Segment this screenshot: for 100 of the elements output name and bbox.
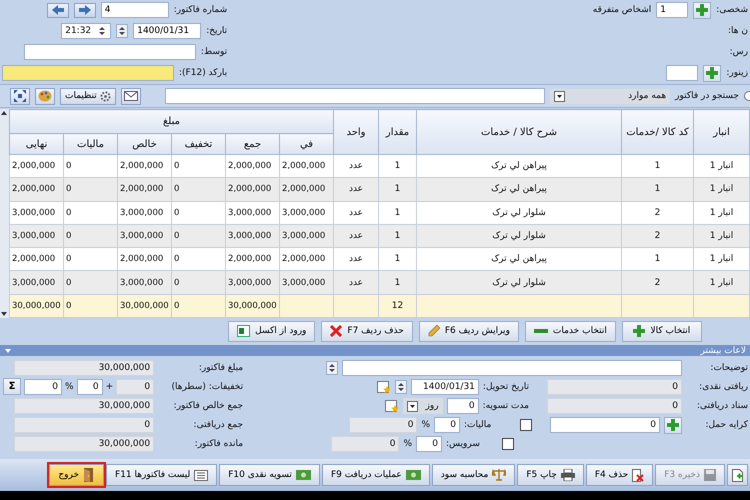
table-cell: 2,000,000 [226, 178, 280, 202]
table-cell: 3,000,000 [9, 270, 64, 294]
field-label: ن ها: [728, 26, 748, 36]
table-cell: 3,000,000 [280, 270, 334, 294]
table-cell: انبار 1 [694, 178, 750, 202]
column-header[interactable]: تخفیف [172, 134, 226, 154]
spinner-icon[interactable] [394, 380, 407, 394]
table-cell: انبار 1 [694, 270, 750, 294]
table-cell: 2,000,000 [280, 178, 334, 202]
table-cell: 1 [378, 178, 416, 202]
barcode-field[interactable] [2, 65, 174, 81]
column-header[interactable]: کد کالا /خدمات [622, 110, 694, 154]
footer-button[interactable]: حذف F4 [586, 464, 654, 486]
column-header[interactable]: جمع [226, 134, 280, 154]
discount-percent-field[interactable]: 0 [24, 378, 62, 394]
total-cell: 30,000,000 [9, 294, 64, 318]
pencil-icon [428, 325, 440, 337]
delivery-date-field[interactable]: 1400/01/31 [410, 379, 479, 395]
floppy-icon [704, 469, 716, 481]
calendar-icon[interactable] [376, 380, 391, 394]
footer-button[interactable]: تسویه نقدی F10 [219, 464, 320, 486]
spinner-icon[interactable] [326, 361, 338, 375]
footer-button[interactable]: محاسبه سود [432, 464, 516, 486]
table-cell: عدد [334, 224, 378, 248]
date-field[interactable]: 1400/01/31 [133, 23, 202, 39]
spinner-icon[interactable] [116, 24, 128, 38]
input-field[interactable] [666, 65, 698, 81]
banknote-icon [406, 470, 421, 480]
percent-field[interactable]: 0 [434, 417, 460, 433]
add-button[interactable] [703, 64, 722, 82]
table-cell: انبار 1 [694, 224, 750, 248]
freight-field[interactable]: 0 [550, 417, 660, 433]
spinner-icon[interactable] [97, 25, 108, 37]
table-cell: 3,000,000 [118, 270, 172, 294]
expand-icon [14, 90, 26, 102]
settlement-field[interactable]: 0 [446, 398, 479, 414]
checkbox[interactable] [520, 419, 532, 431]
table-cell: 3,000,000 [226, 201, 280, 224]
column-header[interactable]: في [280, 134, 334, 154]
table-cell: 3,000,000 [9, 224, 64, 248]
table-cell: 1 [378, 270, 416, 294]
total-cell: 12 [378, 294, 416, 318]
unit-dropdown[interactable]: روز [402, 398, 443, 414]
net-total-field: 30,000,000 [14, 398, 154, 414]
scrollbar[interactable] [0, 109, 9, 318]
paint-button[interactable] [35, 88, 55, 104]
percent-sign: % [65, 382, 74, 392]
invoice-number-field[interactable]: 4 [100, 2, 169, 18]
previous-button[interactable] [46, 2, 69, 18]
field-label: رس: [730, 47, 748, 57]
settings-button[interactable]: تنظیمات [60, 88, 116, 104]
scale-icon [492, 469, 506, 481]
checkbox[interactable] [502, 438, 514, 450]
footer-button[interactable]: لیست فاکتورها F11 [106, 464, 218, 486]
field-label: مانده فاکتور: [194, 438, 244, 448]
action-button[interactable]: انتخاب خدمات [524, 320, 616, 342]
sum-button[interactable]: Σ [3, 378, 21, 395]
message-button[interactable] [120, 88, 141, 104]
column-header[interactable]: مالیات [64, 134, 118, 154]
action-button[interactable]: ورود از اکسل [228, 320, 316, 342]
table-cell: 2 [622, 224, 694, 248]
add-button[interactable] [693, 2, 712, 18]
total-cell: 0 [172, 294, 226, 318]
table-cell: 3,000,000 [118, 224, 172, 248]
footer-button[interactable]: عملیات دریافت F9 [322, 464, 430, 486]
action-button[interactable]: ویرایش ردیف F6 [418, 320, 519, 342]
add-button[interactable] [664, 416, 682, 434]
input-field[interactable]: 1 [656, 2, 688, 18]
field-label: ریافتی نقدی: [698, 382, 748, 392]
checkbox-label: مالیات: [464, 420, 492, 430]
column-header[interactable]: مقدار [378, 110, 416, 154]
column-header[interactable]: شرح کالا / خدمات [416, 110, 622, 154]
table-cell: 3,000,000 [118, 201, 172, 224]
expand-button[interactable] [10, 88, 30, 104]
field-label: تاریخ: [206, 26, 228, 36]
next-button[interactable] [74, 2, 96, 18]
calendar-icon[interactable] [384, 399, 399, 413]
footer-button[interactable] [727, 464, 748, 486]
notes-field[interactable] [342, 360, 682, 376]
footer-button[interactable]: خروج [49, 464, 104, 486]
column-header[interactable]: نهایی [9, 134, 64, 154]
arrow-right-icon [78, 5, 91, 15]
column-header[interactable]: واحد [334, 110, 378, 154]
collapse-icon[interactable] [4, 346, 12, 354]
action-button[interactable]: انتخاب کالا [622, 320, 702, 342]
footer-button[interactable]: چاپ F5 [517, 464, 584, 486]
time-field[interactable]: 21:32 [61, 23, 112, 39]
table-cell: 0 [64, 178, 118, 202]
search-field[interactable] [165, 88, 546, 104]
table-cell: 1 [378, 201, 416, 224]
column-header[interactable]: خالص [118, 134, 172, 154]
table-cell: 2,000,000 [118, 178, 172, 202]
plus-icon [667, 419, 679, 431]
action-button[interactable]: حذف ردیف F7 [321, 320, 413, 342]
column-header[interactable]: انبار [694, 110, 750, 154]
input-field[interactable] [24, 44, 196, 60]
scope-dropdown[interactable]: همه موارد [550, 88, 670, 104]
discount-value-field[interactable]: 0 [76, 378, 103, 394]
scroll-down-icon[interactable] [0, 310, 8, 318]
percent-field[interactable]: 0 [416, 436, 442, 452]
